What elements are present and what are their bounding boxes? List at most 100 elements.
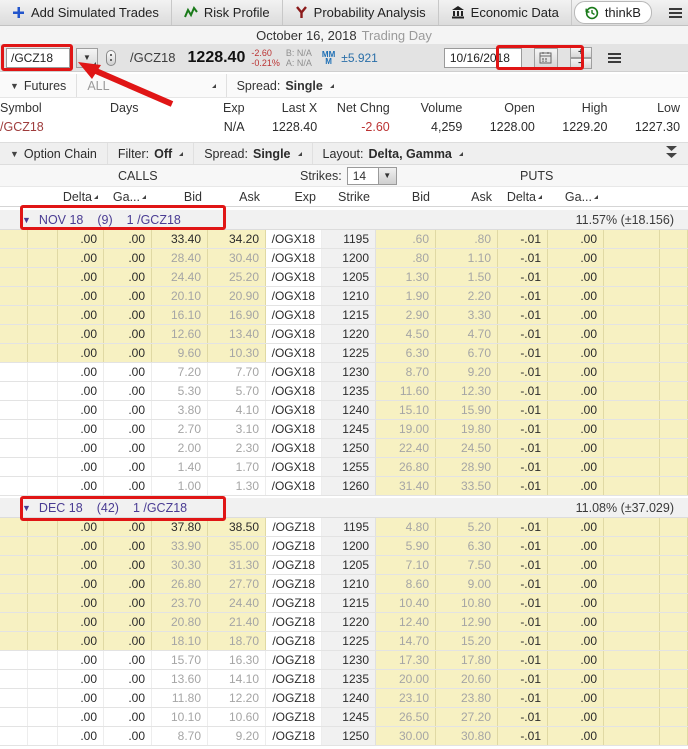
put-ask-cell[interactable]: 19.80 [436, 420, 498, 438]
put-bid-cell[interactable]: 10.40 [376, 594, 436, 612]
header-exp[interactable]: Exp [266, 187, 322, 206]
put-bid-cell[interactable]: .80 [376, 249, 436, 267]
put-bid-cell[interactable]: 7.10 [376, 556, 436, 574]
put-bid-cell[interactable]: 5.90 [376, 537, 436, 555]
call-ask-cell[interactable]: 2.30 [208, 439, 266, 457]
call-ask-cell[interactable]: 13.40 [208, 325, 266, 343]
put-ask-cell[interactable]: 33.50 [436, 477, 498, 495]
put-ask-cell[interactable]: 17.80 [436, 651, 498, 669]
date-input[interactable] [444, 48, 522, 68]
put-ask-cell[interactable]: 20.60 [436, 670, 498, 688]
put-ask-cell[interactable]: 23.80 [436, 689, 498, 707]
call-ask-cell[interactable]: 34.20 [208, 230, 266, 248]
call-ask-cell[interactable]: 24.40 [208, 594, 266, 612]
put-ask-cell[interactable]: 4.70 [436, 325, 498, 343]
call-bid-cell[interactable]: 10.10 [152, 708, 208, 726]
call-bid-cell[interactable]: 16.10 [152, 306, 208, 324]
filter-menu[interactable]: Filter: Off [108, 143, 194, 164]
put-ask-cell[interactable]: 30.80 [436, 727, 498, 745]
call-ask-cell[interactable]: 30.40 [208, 249, 266, 267]
put-bid-cell[interactable]: 15.10 [376, 401, 436, 419]
date-decrement-button[interactable]: − [570, 58, 592, 69]
call-ask-cell[interactable]: 5.70 [208, 382, 266, 400]
quote-menu-icon[interactable] [608, 53, 621, 63]
put-ask-cell[interactable]: 6.70 [436, 344, 498, 362]
strikes-select[interactable]: 14 ▼ [347, 167, 397, 185]
put-bid-cell[interactable]: 12.40 [376, 613, 436, 631]
header-strike[interactable]: Strike [322, 187, 376, 206]
call-bid-cell[interactable]: 26.80 [152, 575, 208, 593]
put-ask-cell[interactable]: 12.90 [436, 613, 498, 631]
call-ask-cell[interactable]: 25.20 [208, 268, 266, 286]
header-call-delta[interactable]: Delta [58, 187, 104, 206]
futures-symbol-cell[interactable]: /GCZ18 [0, 120, 110, 134]
put-ask-cell[interactable]: 9.20 [436, 363, 498, 381]
call-ask-cell[interactable]: 27.70 [208, 575, 266, 593]
put-bid-cell[interactable]: 19.00 [376, 420, 436, 438]
put-ask-cell[interactable]: 2.20 [436, 287, 498, 305]
put-bid-cell[interactable]: 26.80 [376, 458, 436, 476]
put-bid-cell[interactable]: 14.70 [376, 632, 436, 650]
header-call-bid[interactable]: Bid [152, 187, 208, 206]
put-ask-cell[interactable]: 10.80 [436, 594, 498, 612]
put-ask-cell[interactable]: 5.20 [436, 518, 498, 536]
put-ask-cell[interactable]: 27.20 [436, 708, 498, 726]
put-bid-cell[interactable]: 2.90 [376, 306, 436, 324]
call-ask-cell[interactable]: 38.50 [208, 518, 266, 536]
collapse-all-button[interactable] [665, 145, 678, 162]
header-put-gamma[interactable]: Ga... [548, 187, 604, 206]
put-ask-cell[interactable]: 28.90 [436, 458, 498, 476]
header-put-bid[interactable]: Bid [376, 187, 436, 206]
call-bid-cell[interactable]: 15.70 [152, 651, 208, 669]
expiration-group-header-dec18[interactable]: ▼DEC 18(42)1 /GCZ1811.08% (±37.029) [0, 498, 688, 518]
put-bid-cell[interactable]: 4.50 [376, 325, 436, 343]
put-ask-cell[interactable]: 15.20 [436, 632, 498, 650]
call-ask-cell[interactable]: 14.10 [208, 670, 266, 688]
symbol-input[interactable] [6, 48, 70, 68]
call-ask-cell[interactable]: 31.30 [208, 556, 266, 574]
call-bid-cell[interactable]: 12.60 [152, 325, 208, 343]
call-bid-cell[interactable]: 37.80 [152, 518, 208, 536]
date-increment-button[interactable]: + [570, 47, 592, 58]
call-bid-cell[interactable]: 20.80 [152, 613, 208, 631]
toolbar-menu[interactable] [665, 0, 688, 25]
call-bid-cell[interactable]: 18.10 [152, 632, 208, 650]
call-ask-cell[interactable]: 10.30 [208, 344, 266, 362]
put-ask-cell[interactable]: 9.00 [436, 575, 498, 593]
call-ask-cell[interactable]: 10.60 [208, 708, 266, 726]
call-ask-cell[interactable]: 35.00 [208, 537, 266, 555]
put-ask-cell[interactable]: 1.10 [436, 249, 498, 267]
call-ask-cell[interactable]: 4.10 [208, 401, 266, 419]
put-ask-cell[interactable]: 15.90 [436, 401, 498, 419]
header-call-ask[interactable]: Ask [208, 187, 266, 206]
call-ask-cell[interactable]: 20.90 [208, 287, 266, 305]
calendar-button[interactable] [534, 48, 558, 68]
call-bid-cell[interactable]: 33.90 [152, 537, 208, 555]
call-ask-cell[interactable]: 9.20 [208, 727, 266, 745]
call-bid-cell[interactable]: 13.60 [152, 670, 208, 688]
chain-spread-menu[interactable]: Spread: Single [194, 143, 312, 164]
call-bid-cell[interactable]: 7.20 [152, 363, 208, 381]
put-ask-cell[interactable]: 12.30 [436, 382, 498, 400]
put-ask-cell[interactable]: 7.50 [436, 556, 498, 574]
tab-thinkb[interactable]: thinkB [574, 1, 652, 24]
call-bid-cell[interactable]: 33.40 [152, 230, 208, 248]
put-ask-cell[interactable]: 24.50 [436, 439, 498, 457]
call-ask-cell[interactable]: 1.70 [208, 458, 266, 476]
tab-probability-analysis[interactable]: Probability Analysis [283, 0, 439, 25]
put-bid-cell[interactable]: .60 [376, 230, 436, 248]
strikes-dropdown-icon[interactable]: ▼ [378, 168, 396, 184]
call-bid-cell[interactable]: 8.70 [152, 727, 208, 745]
put-bid-cell[interactable]: 11.60 [376, 382, 436, 400]
call-bid-cell[interactable]: 30.30 [152, 556, 208, 574]
header-put-ask[interactable]: Ask [436, 187, 498, 206]
put-bid-cell[interactable]: 22.40 [376, 439, 436, 457]
call-bid-cell[interactable]: 1.00 [152, 477, 208, 495]
hamburger-icon[interactable] [669, 8, 682, 18]
put-bid-cell[interactable]: 1.30 [376, 268, 436, 286]
call-bid-cell[interactable]: 3.80 [152, 401, 208, 419]
call-bid-cell[interactable]: 2.70 [152, 420, 208, 438]
call-bid-cell[interactable]: 5.30 [152, 382, 208, 400]
call-bid-cell[interactable]: 20.10 [152, 287, 208, 305]
layout-menu[interactable]: Layout: Delta, Gamma [313, 143, 473, 164]
